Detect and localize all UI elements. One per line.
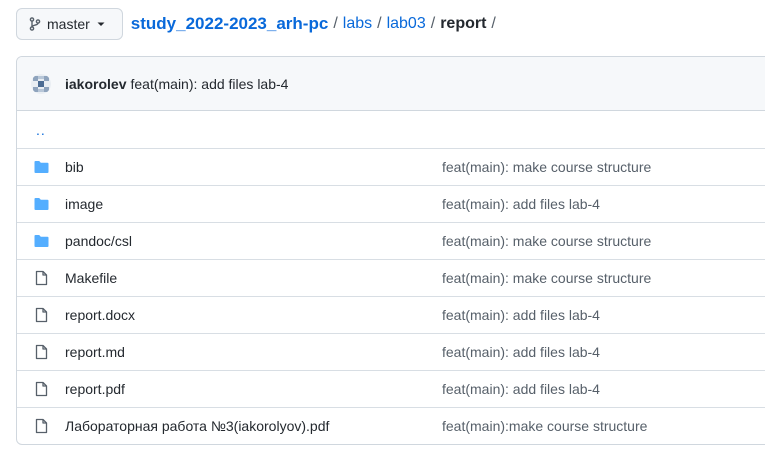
file-name-link[interactable]: report.pdf xyxy=(65,381,125,397)
parent-directory-link[interactable]: .. xyxy=(17,122,46,138)
file-icon xyxy=(33,418,50,434)
breadcrumb-repo-link[interactable]: study_2022-2023_arh-pc xyxy=(131,14,329,34)
file-name-link[interactable]: pandoc/csl xyxy=(65,233,132,249)
file-icon xyxy=(33,344,50,360)
file-row[interactable]: pandoc/csl feat(main): make course struct… xyxy=(17,222,765,259)
file-row[interactable]: Лабораторная работа №3(iakorolyov).pdf fe… xyxy=(17,407,765,444)
file-icon xyxy=(33,307,50,323)
folder-icon xyxy=(33,196,50,212)
top-bar: master study_2022-2023_arh-pc / labs / l… xyxy=(16,8,501,40)
file-list-box: iakorolev feat(main): add files lab-4 ..… xyxy=(16,56,765,445)
file-commit-message-link[interactable]: feat(main): add files lab-4 xyxy=(442,196,600,212)
git-branch-icon xyxy=(29,17,41,31)
breadcrumb-lab03-link[interactable]: lab03 xyxy=(387,15,426,33)
file-commit-message-link[interactable]: feat(main): make course structure xyxy=(442,270,651,286)
latest-commit-bar: iakorolev feat(main): add files lab-4 xyxy=(17,57,765,111)
file-name-link[interactable]: Лабораторная работа №3(iakorolyov).pdf xyxy=(65,418,329,434)
file-row[interactable]: report.md feat(main): add files lab-4 xyxy=(17,333,765,370)
file-rows: bib feat(main): make course structure imag… xyxy=(17,148,765,444)
file-icon xyxy=(33,381,50,397)
breadcrumb-separator: / xyxy=(491,15,496,32)
file-row[interactable]: bib feat(main): make course structure xyxy=(17,148,765,185)
avatar[interactable] xyxy=(31,73,51,94)
breadcrumb: study_2022-2023_arh-pc / labs / lab03 / … xyxy=(131,14,501,34)
folder-icon xyxy=(33,233,50,249)
file-name-link[interactable]: bib xyxy=(65,159,84,175)
file-name-link[interactable]: report.docx xyxy=(65,307,135,323)
commit-message-link[interactable]: feat(main): add files lab-4 xyxy=(130,76,288,92)
file-name-link[interactable]: image xyxy=(65,196,103,212)
commit-author-link[interactable]: iakorolev xyxy=(65,76,126,92)
branch-selector-button[interactable]: master xyxy=(16,8,123,40)
file-commit-message-link[interactable]: feat(main): add files lab-4 xyxy=(442,344,600,360)
file-icon xyxy=(33,270,50,286)
file-row[interactable]: Makefile feat(main): make course structur… xyxy=(17,259,765,296)
parent-directory-row[interactable]: .. xyxy=(17,111,765,148)
file-row[interactable]: image feat(main): add files lab-4 xyxy=(17,185,765,222)
file-commit-message-link[interactable]: feat(main): make course structure xyxy=(442,233,651,249)
breadcrumb-separator: / xyxy=(333,15,338,32)
chevron-down-icon xyxy=(96,19,106,29)
file-commit-message-link[interactable]: feat(main): add files lab-4 xyxy=(442,381,600,397)
file-commit-message-link[interactable]: feat(main): add files lab-4 xyxy=(442,307,600,323)
file-row[interactable]: report.docx feat(main): add files lab-4 xyxy=(17,296,765,333)
breadcrumb-labs-link[interactable]: labs xyxy=(343,15,372,33)
file-row[interactable]: report.pdf feat(main): add files lab-4 xyxy=(17,370,765,407)
file-commit-message-link[interactable]: feat(main): make course structure xyxy=(442,159,651,175)
file-name-link[interactable]: Makefile xyxy=(65,270,117,286)
folder-icon xyxy=(33,159,50,175)
breadcrumb-current: report xyxy=(440,15,487,32)
breadcrumb-separator: / xyxy=(430,15,436,32)
file-name-link[interactable]: report.md xyxy=(65,344,125,360)
branch-label: master xyxy=(47,16,90,32)
file-commit-message-link[interactable]: feat(main):make course structure xyxy=(442,418,647,434)
breadcrumb-separator: / xyxy=(377,15,382,32)
